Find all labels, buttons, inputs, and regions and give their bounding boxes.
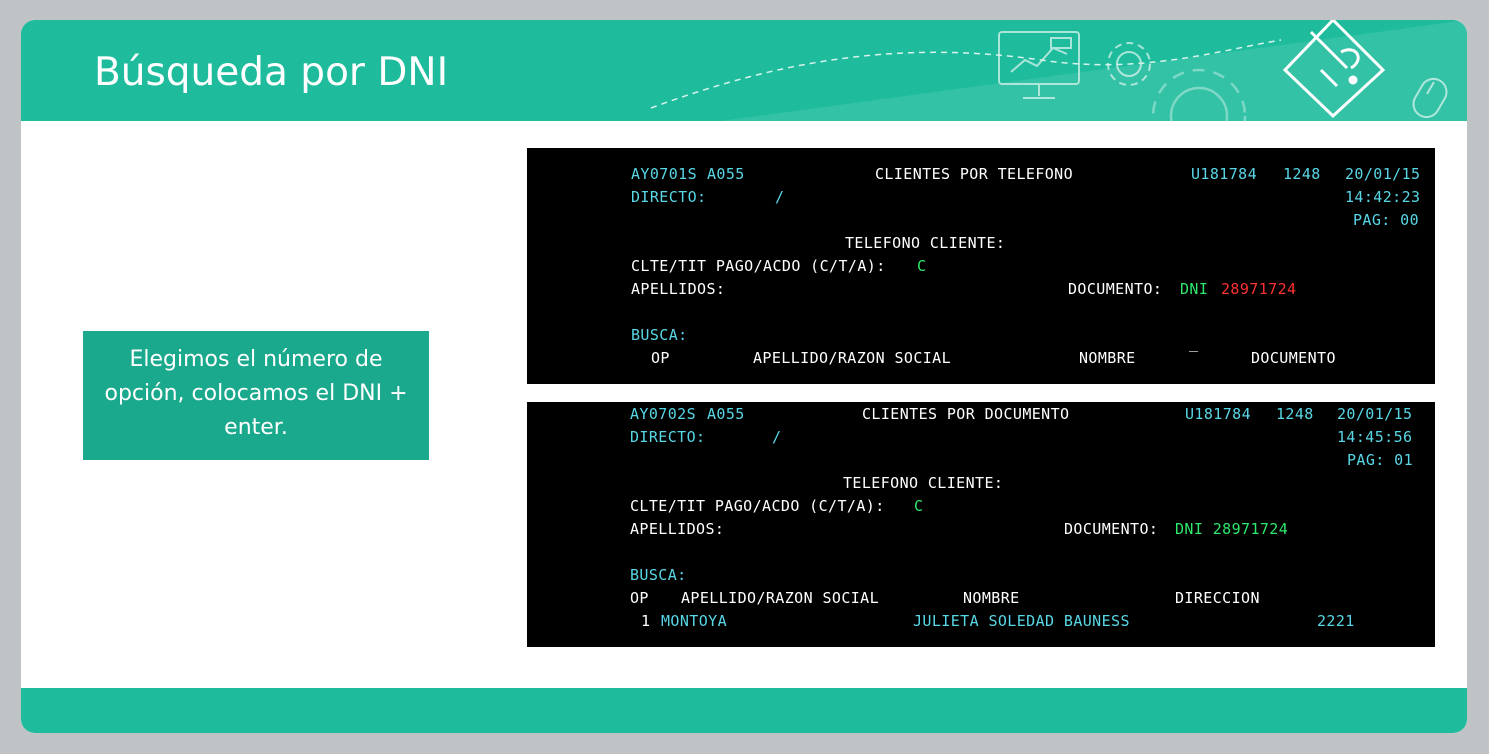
directo-input[interactable]: /: [772, 428, 781, 446]
user-id: U181784: [1191, 165, 1258, 183]
directo-label: DIRECTO:: [630, 428, 706, 446]
screen-title: CLIENTES POR TELEFONO: [875, 165, 1074, 183]
transaction-code: A055: [707, 405, 745, 423]
screen-time: 14:45:56: [1337, 428, 1413, 446]
telefono-cliente-label: TELEFONO CLIENTE:: [845, 234, 1006, 252]
row-direccion: 2221: [1317, 612, 1355, 630]
clte-tit-label: CLTE/TIT PAGO/ACDO (C/T/A):: [630, 497, 885, 515]
busca-label: BUSCA:: [631, 326, 688, 344]
instruction-callout: Elegimos el número de opción, colocamos …: [83, 331, 429, 460]
slide: Búsqueda por DNI Elegimos el número de o…: [21, 20, 1467, 733]
program-code: AY0701S: [631, 165, 698, 183]
apellidos-label: APELLIDOS:: [631, 280, 726, 298]
column-nombre: NOMBRE: [1079, 349, 1136, 367]
document-number-input[interactable]: 28971724: [1221, 280, 1296, 298]
program-code: AY0702S: [630, 405, 697, 423]
row-nombre: JULIETA SOLEDAD BAUNESS: [913, 612, 1130, 630]
cursor: _: [1189, 334, 1199, 352]
row-op[interactable]: 1: [641, 612, 650, 630]
row-apellido: MONTOYA: [661, 612, 728, 630]
column-apellido: APELLIDO/RAZON SOCIAL: [753, 349, 952, 367]
column-nombre: NOMBRE: [963, 589, 1020, 607]
directo-label: DIRECTO:: [631, 188, 707, 206]
directo-input[interactable]: /: [775, 188, 784, 206]
user-id: U181784: [1185, 405, 1252, 423]
apellidos-label: APELLIDOS:: [630, 520, 725, 538]
column-direccion: DIRECCION: [1175, 589, 1260, 607]
page-indicator: PAG: 01: [1347, 451, 1414, 469]
screen-date: 20/01/15: [1345, 165, 1421, 183]
terminal-screen-documento: AY0702S A055 CLIENTES POR DOCUMENTO U181…: [527, 402, 1435, 647]
slide-header: Búsqueda por DNI: [21, 20, 1467, 121]
documento-label: DOCUMENTO:: [1068, 280, 1163, 298]
screen-title: CLIENTES POR DOCUMENTO: [862, 405, 1070, 423]
screen-time: 14:42:23: [1345, 188, 1421, 206]
telefono-cliente-label: TELEFONO CLIENTE:: [843, 474, 1004, 492]
slide-title: Búsqueda por DNI: [94, 50, 449, 95]
transaction-code: A055: [707, 165, 745, 183]
slide-footer: [21, 688, 1467, 733]
clte-tit-input[interactable]: C: [914, 497, 923, 515]
page-indicator: PAG: 00: [1353, 211, 1420, 229]
terminal-screen-telefono: AY0701S A055 CLIENTES POR TELEFONO U1817…: [527, 148, 1435, 384]
clte-tit-label: CLTE/TIT PAGO/ACDO (C/T/A):: [631, 257, 886, 275]
terminal-id: 1248: [1283, 165, 1321, 183]
clte-tit-input[interactable]: C: [917, 257, 926, 275]
document-input[interactable]: DNI 28971724: [1175, 520, 1288, 538]
column-op: OP: [630, 589, 649, 607]
busca-label: BUSCA:: [630, 566, 687, 584]
column-apellido: APELLIDO/RAZON SOCIAL: [681, 589, 880, 607]
documento-label: DOCUMENTO:: [1064, 520, 1159, 538]
terminal-id: 1248: [1276, 405, 1314, 423]
screen-date: 20/01/15: [1337, 405, 1413, 423]
column-documento: DOCUMENTO: [1251, 349, 1336, 367]
column-op: OP: [651, 349, 670, 367]
document-type-input[interactable]: DNI: [1180, 280, 1208, 298]
